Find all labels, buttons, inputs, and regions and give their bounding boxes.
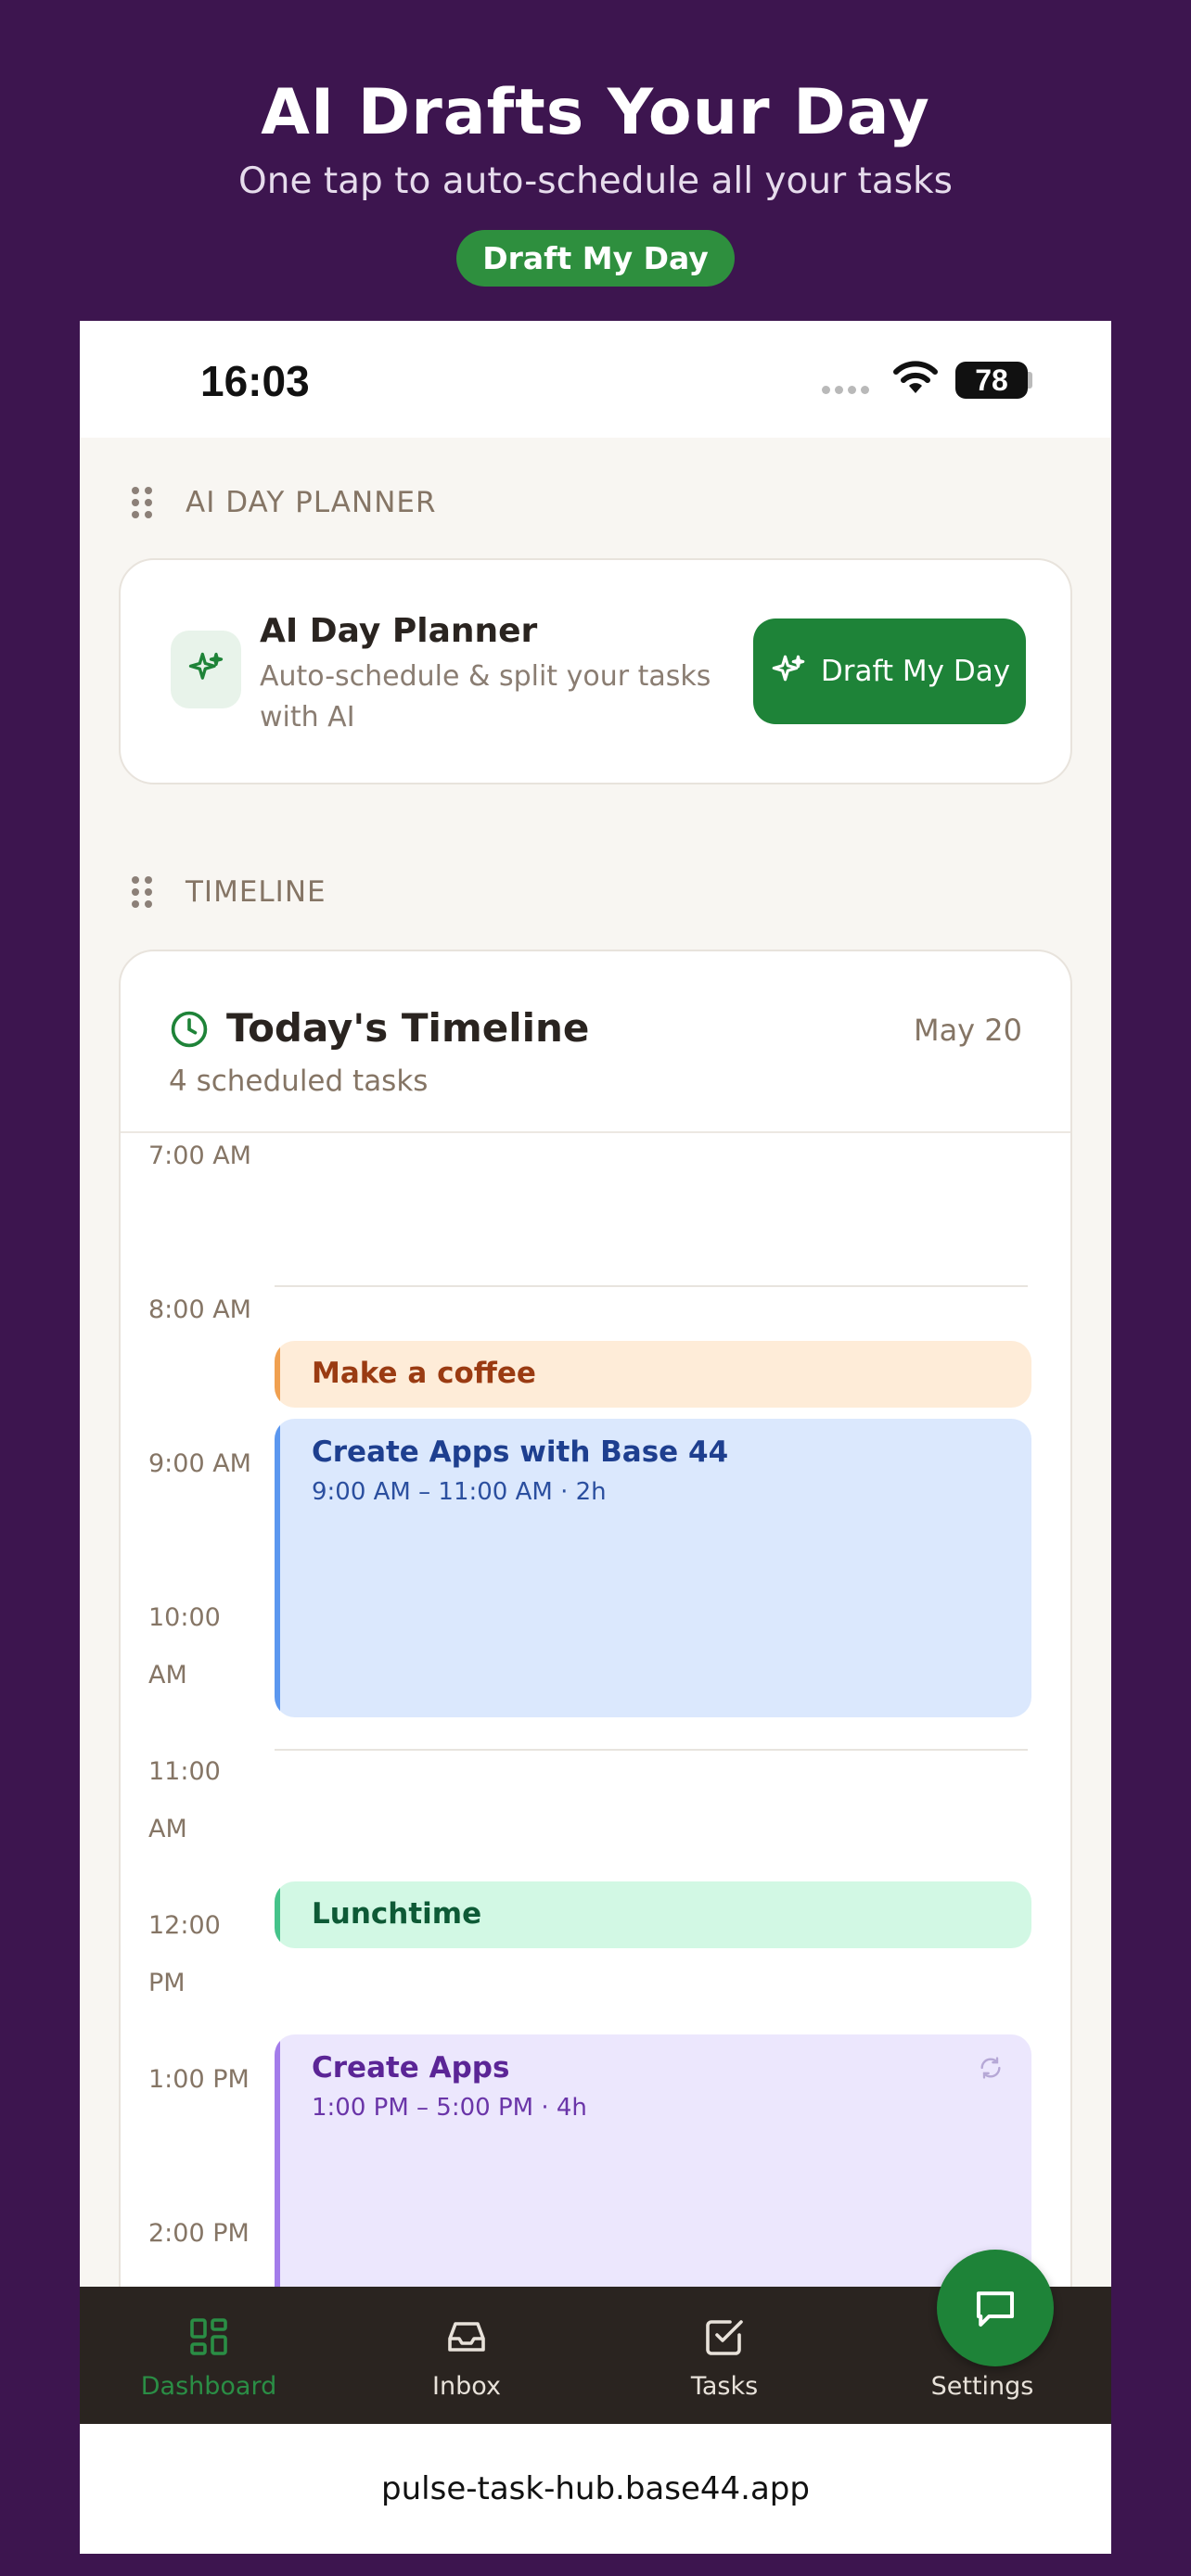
phone-screen: 16:03 78 AI DAY PLANNER AI Day Planner A… <box>80 321 1111 2554</box>
hour-gridline <box>275 1749 1028 1751</box>
message-icon <box>976 2291 1015 2327</box>
hour-label: 11:00 AM <box>148 1757 221 1843</box>
timeline-event[interactable]: Create Apps with Base 44 9:00 AM – 11:00… <box>275 1419 1031 1717</box>
status-bar: 16:03 78 <box>80 321 1111 438</box>
event-title: Lunchtime <box>312 1897 482 1931</box>
hour-label: 8:00 AM <box>148 1295 251 1324</box>
nav-label: Dashboard <box>140 2372 277 2401</box>
hour-label: 9:00 AM <box>148 1449 251 1478</box>
section-title: TIMELINE <box>186 875 327 909</box>
nav-item-tasks[interactable]: Tasks <box>596 2287 853 2424</box>
hour-label: 2:00 PM <box>148 2219 250 2248</box>
promo-subtitle: One tap to auto-schedule all your tasks <box>238 160 953 202</box>
checkbox-icon <box>706 2320 743 2355</box>
section-title: AI DAY PLANNER <box>186 486 437 519</box>
recurring-icon <box>980 2057 1001 2079</box>
nav-label: Tasks <box>690 2372 759 2401</box>
event-accent-bar <box>275 2034 280 2292</box>
nav-item-inbox[interactable]: Inbox <box>338 2287 596 2424</box>
inbox-icon <box>448 2322 485 2352</box>
event-accent-bar <box>275 1419 280 1717</box>
drag-handle-icon[interactable] <box>132 876 152 908</box>
dashboard-icon <box>190 2318 227 2355</box>
ai-planner-description: Auto-schedule & split your tasks with AI <box>260 660 711 733</box>
sparkles-icon <box>772 655 805 682</box>
timeline-card: Today's Timeline May 20 4 scheduled task… <box>119 950 1072 2292</box>
event-time: 1:00 PM – 5:00 PM · 4h <box>312 2094 587 2122</box>
ai-planner-card: AI Day Planner Auto-schedule & split you… <box>119 558 1072 784</box>
timeline-task-count: 4 scheduled tasks <box>169 1065 429 1098</box>
chat-fab-button[interactable] <box>937 2250 1054 2366</box>
hour-label: 7:00 AM <box>148 1141 251 1170</box>
nav-label: Settings <box>930 2372 1034 2401</box>
browser-url-bar[interactable]: pulse-task-hub.base44.app <box>80 2424 1111 2554</box>
hour-label: 10:00 AM <box>148 1603 221 1690</box>
event-accent-bar <box>275 1881 280 1948</box>
hour-label: 1:00 PM <box>148 2065 250 2094</box>
timeline-event[interactable]: Create Apps 1:00 PM – 5:00 PM · 4h <box>275 2034 1031 2292</box>
draft-my-day-button[interactable]: Draft My Day <box>753 618 1026 724</box>
draft-button-label: Draft My Day <box>820 655 1011 688</box>
nav-label: Inbox <box>432 2372 501 2401</box>
ai-planner-title: AI Day Planner <box>260 612 538 650</box>
event-title: Create Apps with Base 44 <box>312 1435 729 1469</box>
url-text: pulse-task-hub.base44.app <box>381 2470 810 2507</box>
promo-pill: Draft My Day <box>456 230 735 287</box>
divider <box>121 1131 1070 1133</box>
cellular-signal-icon <box>822 386 869 394</box>
timeline-event[interactable]: Make a coffee <box>275 1341 1031 1408</box>
event-accent-bar <box>275 1341 280 1408</box>
hour-label: 12:00 PM <box>148 1911 221 1997</box>
section-header-timeline: TIMELINE <box>132 875 327 909</box>
main-content[interactable]: AI DAY PLANNER AI Day Planner Auto-sched… <box>80 438 1111 2292</box>
section-header-planner: AI DAY PLANNER <box>132 486 437 519</box>
event-time: 9:00 AM – 11:00 AM · 2h <box>312 1478 607 1506</box>
timeline-event[interactable]: Lunchtime <box>275 1881 1031 1948</box>
timeline-date: May 20 <box>913 1013 1022 1048</box>
promo-title: AI Drafts Your Day <box>261 76 930 149</box>
wifi-icon <box>893 361 938 393</box>
sparkles-icon <box>171 631 241 708</box>
clock-icon <box>171 1011 208 1048</box>
nav-item-dashboard[interactable]: Dashboard <box>80 2287 338 2424</box>
drag-handle-icon[interactable] <box>132 487 152 518</box>
event-title: Make a coffee <box>312 1357 536 1390</box>
battery-icon: 78 <box>955 362 1028 399</box>
hour-gridline <box>275 1285 1028 1287</box>
timeline-title: Today's Timeline <box>226 1005 590 1051</box>
status-time: 16:03 <box>200 357 310 405</box>
battery-tip <box>1028 372 1032 389</box>
event-title: Create Apps <box>312 2051 510 2085</box>
